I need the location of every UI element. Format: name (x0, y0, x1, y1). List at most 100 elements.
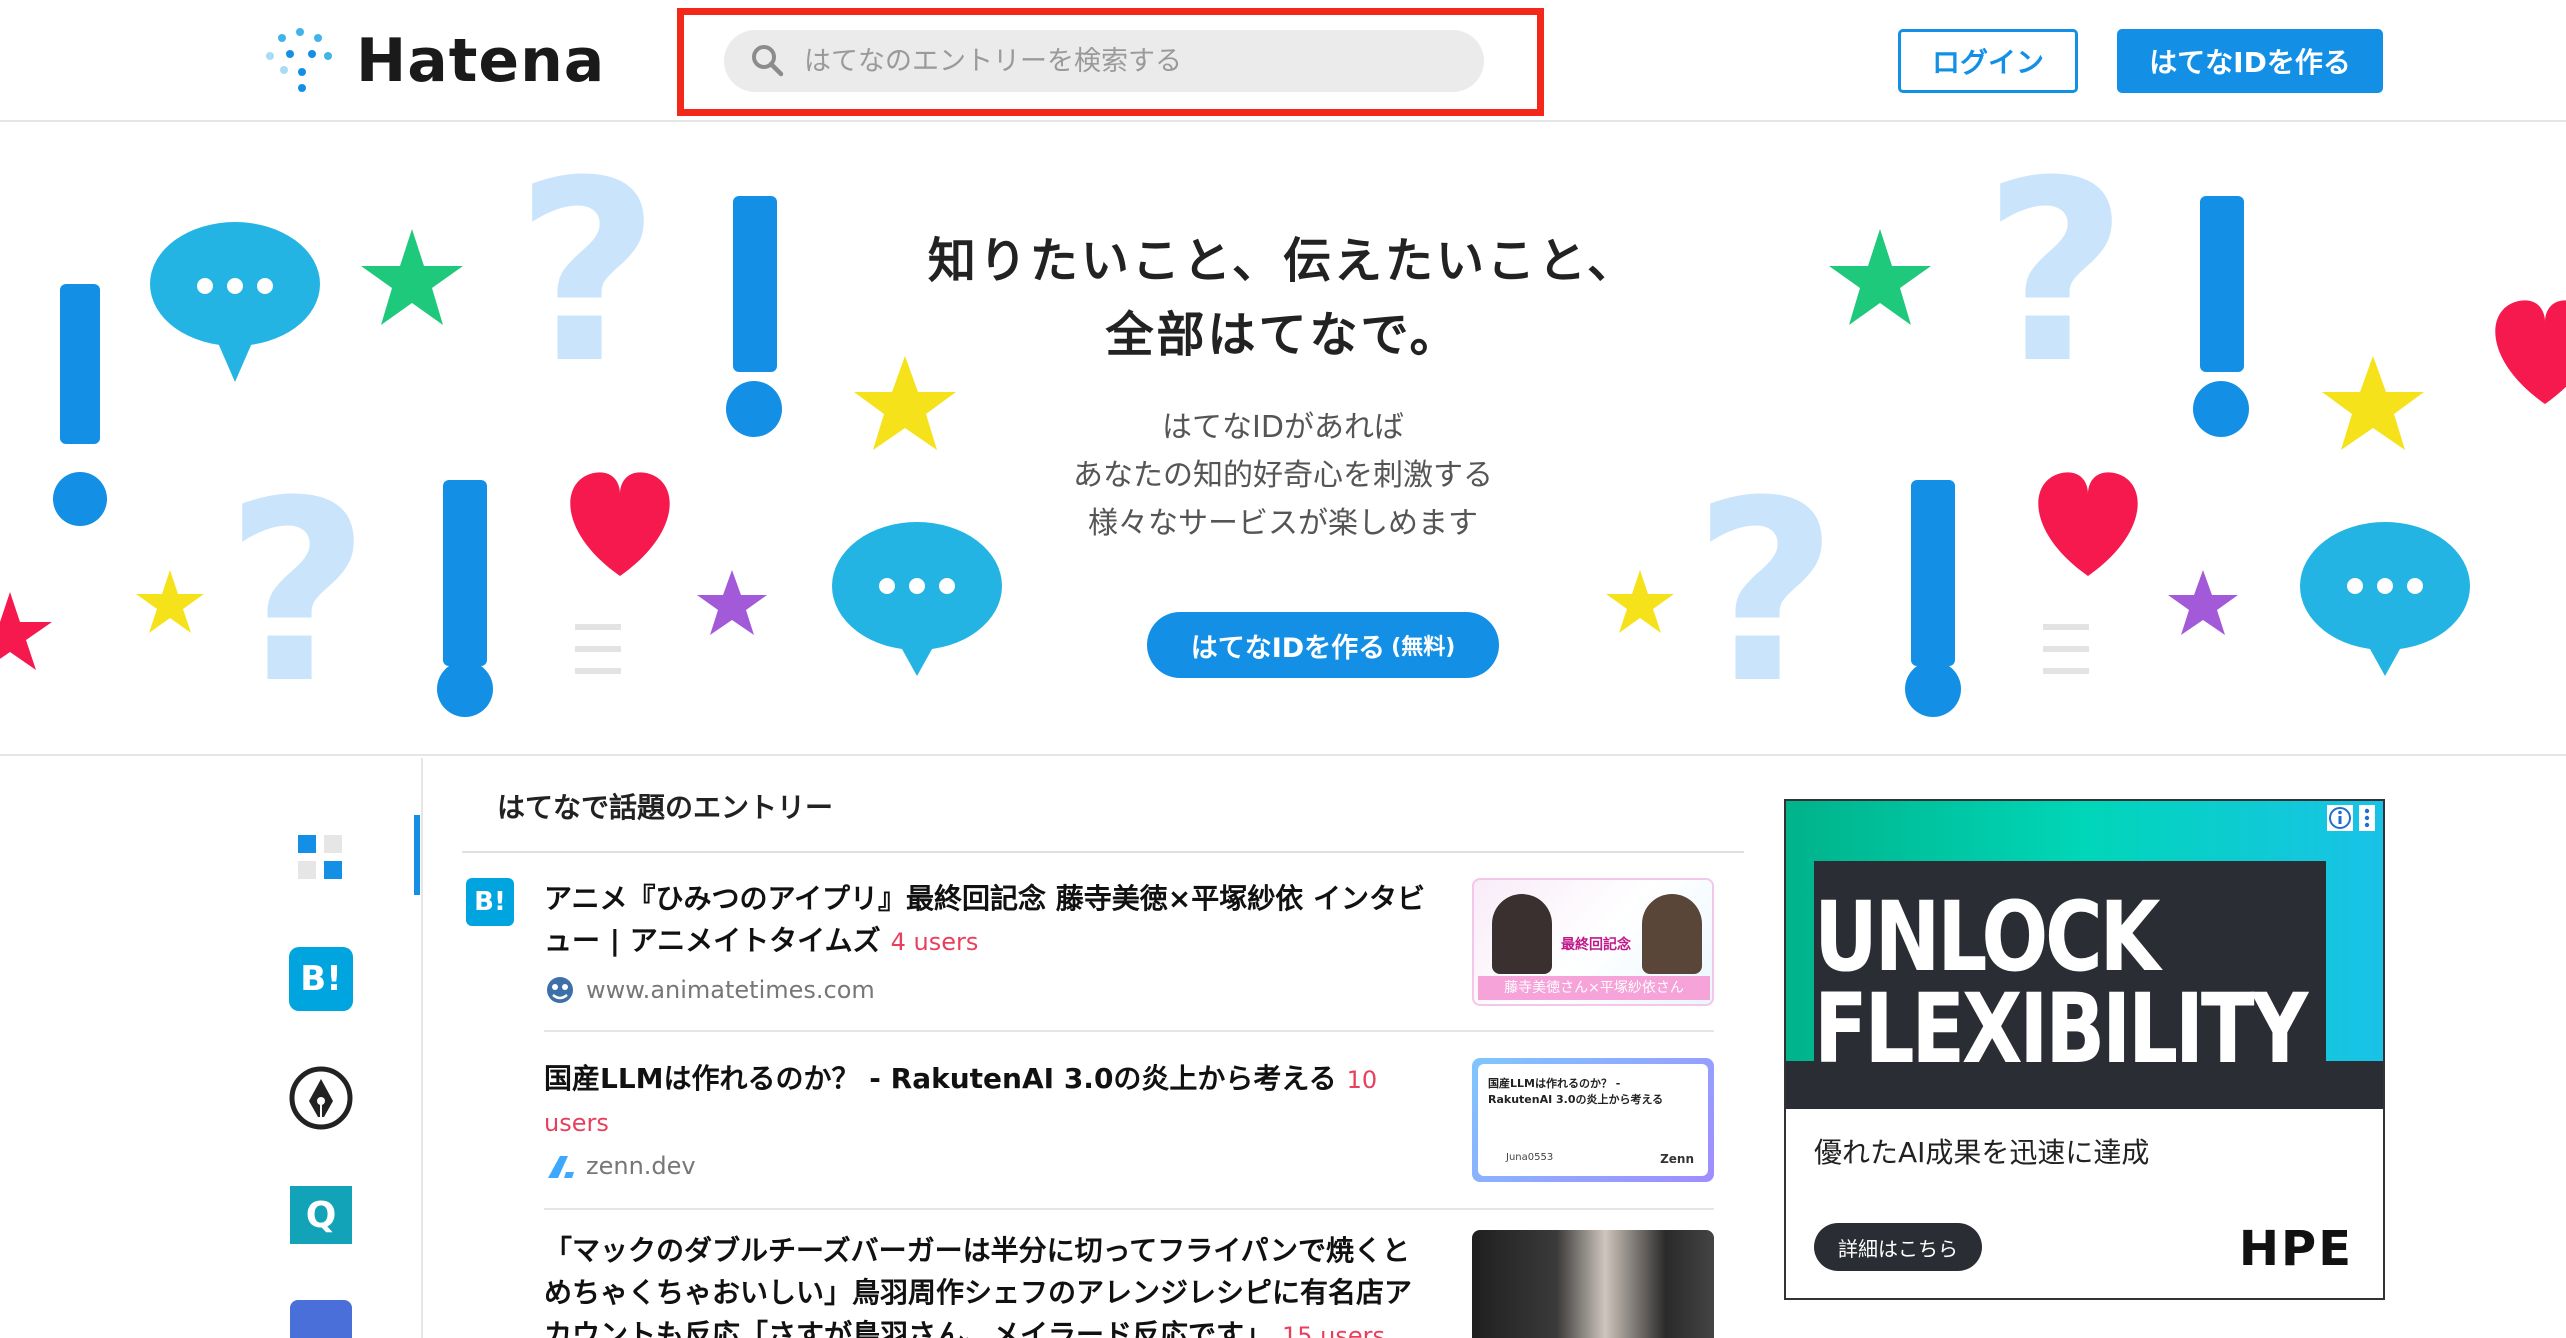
bookmark-badge-icon: B! (466, 878, 514, 926)
exclamation-icon (1905, 480, 1961, 717)
star-icon (361, 229, 463, 325)
search-input[interactable] (804, 45, 1484, 77)
question-mark-icon: ? (1983, 127, 2128, 418)
hatena-logo[interactable]: Hatena (262, 26, 605, 96)
star-icon (697, 570, 767, 635)
login-button[interactable]: ログイン (1898, 29, 2078, 93)
entry-title-link[interactable]: 「マックのダブルチーズバーガーは半分に切ってフライパンで焼くとめちゃくちゃおいし… (544, 1230, 1434, 1338)
entry-thumbnail[interactable]: 最終回記念 藤寺美徳さん×平塚紗依さん (1472, 878, 1714, 1006)
search-icon (752, 45, 784, 77)
hero-cta-label: はてなIDを作る (1190, 632, 1386, 664)
question-mark-icon: ? (515, 127, 660, 418)
speech-bubble-icon (150, 222, 320, 382)
ad-headline-line1: UNLOCK (1814, 881, 2160, 993)
thumb-tag: 最終回記念 (1561, 937, 1631, 953)
favicon-icon (547, 977, 573, 1003)
hero-banner: ? ? ? ? 知りたいこと、伝えたいこと、 全部はてなで。 はてなIDがあれば… (0, 124, 2566, 756)
hero-subtitle: はてなIDがあれば あなたの知的好奇心を刺激する 様々なサービスが楽しめます (983, 404, 1583, 548)
hatena-other-icon (290, 1300, 352, 1338)
exclamation-icon (726, 196, 782, 437)
entry-domain[interactable]: www.animatetimes.com (544, 974, 875, 1006)
hatena-question-icon: Q (290, 1186, 352, 1244)
heart-icon (2038, 472, 2138, 576)
ad-cta-button[interactable]: 詳細はこちら (1814, 1223, 1982, 1271)
advertisement[interactable]: UNLOCK FLEXIBILITY 優れたAI成果を迅速に達成 詳細はこちら … (1784, 799, 2385, 1300)
site-header: Hatena ログイン はてなIDを作る (0, 0, 2566, 122)
service-sidebar (0, 758, 423, 1338)
hero-sub-line1: はてなIDがあれば (1162, 410, 1404, 445)
entry-divider (544, 1030, 1714, 1032)
thumb-caption: 藤寺美徳さん×平塚紗依さん (1478, 976, 1710, 1000)
ad-info-icon[interactable] (2327, 805, 2353, 831)
heart-icon (570, 472, 670, 576)
hatena-logo-icon (266, 28, 332, 92)
hero-title-line1: 知りたいこと、伝えたいこと、 (927, 233, 1639, 289)
ad-brand-logo: HPE (2238, 1221, 2353, 1277)
zenn-logo-icon (548, 1156, 574, 1178)
hatena-home-icon (298, 835, 342, 879)
star-icon (0, 592, 52, 670)
entry-thumbnail[interactable] (1472, 1230, 1714, 1338)
entry-thumbnail[interactable]: 国産LLMは作れるのか？ - RakutenAI 3.0の炎上から考える Jun… (1472, 1058, 1714, 1182)
thumb-person-right (1642, 894, 1702, 974)
bookmark-icon-label: B! (300, 959, 342, 999)
entry-title-link[interactable]: アニメ『ひみつのアイプリ』最終回記念 藤寺美徳×平塚紗依 インタビュー | アニ… (544, 878, 1434, 963)
ad-info-controls (2327, 805, 2375, 831)
thumb-card-author: Juna0553 (1506, 1152, 1554, 1163)
search-box[interactable] (724, 30, 1484, 92)
sidebar-active-indicator (414, 815, 420, 895)
sidebar-item-home[interactable] (288, 825, 354, 891)
ad-headline: UNLOCK FLEXIBILITY (1814, 881, 2308, 1085)
ad-menu-icon[interactable] (2359, 805, 2375, 831)
section-title: はてなで話題のエントリー (497, 791, 834, 824)
entry-title-text: アニメ『ひみつのアイプリ』最終回記念 藤寺美徳×平塚紗依 インタビュー | アニ… (544, 882, 1426, 957)
hero-cta-free-label: (無料) (1391, 635, 1456, 660)
hero-signup-button[interactable]: はてなIDを作る (無料) (1147, 612, 1499, 678)
sidebar-item-blog[interactable] (288, 1065, 354, 1131)
entry-domain[interactable]: zenn.dev (544, 1150, 696, 1182)
thumb-card: 国産LLMは作れるのか？ - RakutenAI 3.0の炎上から考える Jun… (1478, 1064, 1708, 1176)
entry-divider (544, 1208, 1714, 1210)
sidebar-item-bookmark[interactable]: B! (288, 946, 354, 1012)
entry-item[interactable]: 「マックのダブルチーズバーガーは半分に切ってフライパンで焼くとめちゃくちゃおいし… (462, 1230, 1744, 1338)
hero-sub-line2: あなたの知的好奇心を刺激する (1073, 458, 1493, 493)
question-mark-icon: ? (225, 447, 370, 738)
hero-title-line2: 全部はてなで。 (1105, 307, 1461, 363)
hero-sub-line3: 様々なサービスが楽しめます (1088, 506, 1478, 541)
entry-item[interactable]: B! アニメ『ひみつのアイプリ』最終回記念 藤寺美徳×平塚紗依 インタビュー |… (462, 878, 1744, 1028)
speech-bubble-icon (2300, 522, 2470, 676)
text-lines-icon (575, 624, 621, 674)
ad-body-text: 優れたAI成果を迅速に達成 (1814, 1136, 2150, 1169)
section-divider (462, 851, 1744, 853)
star-icon (1606, 570, 1674, 633)
thumb-card-title: 国産LLMは作れるのか？ - RakutenAI 3.0の炎上から考える (1488, 1077, 1664, 1106)
entry-domain-text: zenn.dev (586, 1152, 696, 1180)
entry-item[interactable]: 国産LLMは作れるのか？ - RakutenAI 3.0の炎上から考える 10 u… (462, 1058, 1744, 1208)
star-icon (136, 570, 204, 633)
ad-banner-image: UNLOCK FLEXIBILITY (1786, 801, 2383, 1109)
star-icon (1829, 229, 1931, 325)
thumb-card-brand: Zenn (1660, 1152, 1694, 1166)
sidebar-item-other[interactable] (288, 1300, 354, 1338)
hatena-bookmark-icon: B! (289, 947, 353, 1011)
signup-button[interactable]: はてなIDを作る (2117, 29, 2383, 93)
question-icon-label: Q (305, 1194, 337, 1236)
star-icon (2168, 570, 2238, 635)
ad-headline-line2: FLEXIBILITY (1814, 973, 2308, 1085)
sidebar-item-question[interactable]: Q (288, 1182, 354, 1248)
thumb-person-left (1492, 894, 1552, 974)
entry-users-count[interactable]: 4 users (891, 928, 979, 956)
logo-text: Hatena (356, 26, 606, 96)
speech-bubble-icon (832, 522, 1002, 676)
exclamation-icon (437, 480, 493, 717)
entry-title-link[interactable]: 国産LLMは作れるのか？ - RakutenAI 3.0の炎上から考える 10 u… (544, 1058, 1434, 1144)
entry-users-count[interactable]: 15 users (1282, 1322, 1385, 1338)
hero-title: 知りたいこと、伝えたいこと、 全部はてなで。 (883, 224, 1683, 372)
entry-domain-text: www.animatetimes.com (586, 976, 875, 1004)
hatena-blog-icon (289, 1066, 353, 1130)
question-mark-icon: ? (1693, 447, 1838, 738)
exclamation-icon (2193, 196, 2249, 437)
entry-title-text: 国産LLMは作れるのか？ - RakutenAI 3.0の炎上から考える (544, 1062, 1337, 1095)
heart-icon (2495, 300, 2566, 404)
star-icon (2322, 356, 2424, 450)
